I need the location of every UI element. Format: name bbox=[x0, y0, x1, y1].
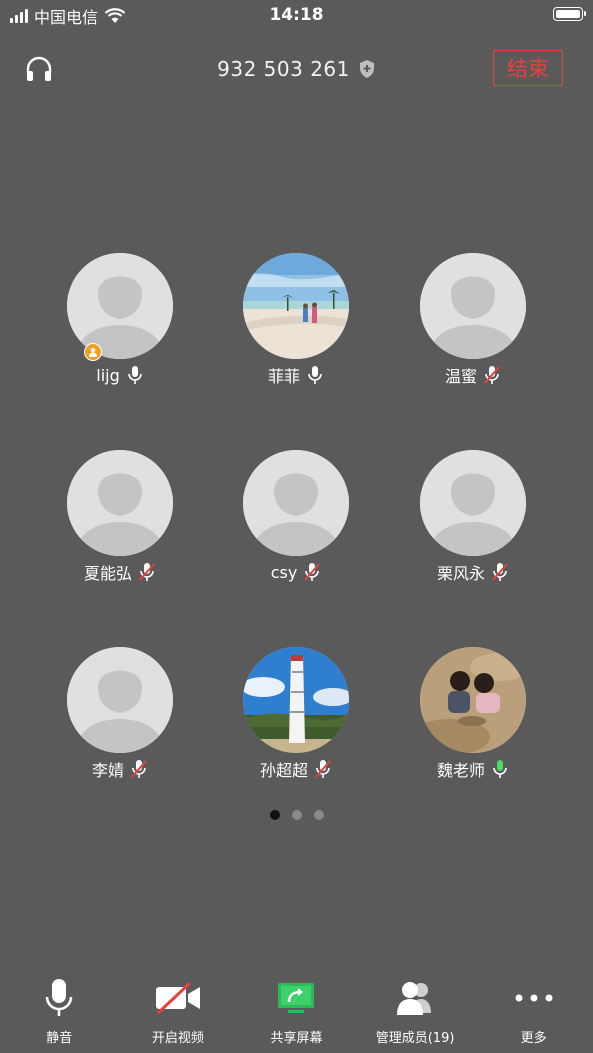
avatar bbox=[243, 253, 349, 359]
participant-tile[interactable]: lijg bbox=[40, 253, 200, 386]
start-video-button[interactable]: 开启视频 bbox=[119, 975, 238, 1053]
bottom-toolbar: 静音 开启视频 共享屏幕 管理成员(19) 更多 bbox=[0, 975, 593, 1053]
participant-name-row: 菲菲 bbox=[216, 364, 376, 386]
meeting-header: 932 503 261 结束 bbox=[0, 46, 593, 92]
participant-tile[interactable]: 孙超超 bbox=[216, 647, 376, 780]
avatar bbox=[243, 450, 349, 556]
more-label: 更多 bbox=[520, 1031, 547, 1046]
mic-muted-icon bbox=[492, 563, 508, 581]
participant-name-row: 温蜜 bbox=[393, 364, 553, 386]
participant-tile[interactable]: 栗风永 bbox=[393, 450, 553, 583]
mic-muted-icon bbox=[315, 760, 331, 778]
avatar bbox=[420, 647, 526, 753]
participant-name: 李婧 bbox=[91, 761, 124, 780]
share-screen-button[interactable]: 共享屏幕 bbox=[237, 975, 356, 1053]
share-screen-label: 共享屏幕 bbox=[270, 1031, 323, 1046]
avatar bbox=[420, 253, 526, 359]
page-indicator bbox=[0, 810, 593, 820]
participant-name: csy bbox=[270, 562, 298, 582]
participant-tile[interactable]: 温蜜 bbox=[393, 253, 553, 386]
participant-name-row: lijg bbox=[40, 364, 200, 386]
more-icon bbox=[515, 994, 553, 1002]
participant-name: 夏能弘 bbox=[83, 564, 132, 583]
participant-name: 菲菲 bbox=[267, 367, 300, 386]
participant-name: 孙超超 bbox=[259, 761, 308, 780]
avatar bbox=[67, 253, 173, 359]
host-badge-icon bbox=[84, 343, 102, 361]
participant-tile[interactable]: 魏老师 bbox=[393, 647, 553, 780]
meeting-id: 932 503 261 bbox=[217, 57, 350, 81]
mic-muted-icon bbox=[131, 760, 147, 778]
members-icon bbox=[397, 982, 432, 1015]
participant-name-row: 夏能弘 bbox=[40, 561, 200, 583]
avatar bbox=[67, 450, 173, 556]
battery-icon bbox=[553, 7, 586, 21]
avatar bbox=[243, 647, 349, 753]
more-button[interactable]: 更多 bbox=[474, 975, 593, 1053]
avatar bbox=[67, 647, 173, 753]
shield-icon bbox=[359, 60, 374, 78]
participant-name: 栗风永 bbox=[436, 564, 485, 583]
participant-name: lijg bbox=[96, 365, 120, 385]
page-dot[interactable] bbox=[313, 810, 324, 820]
microphone-icon bbox=[127, 366, 142, 384]
status-bar: 中国电信 14:18 bbox=[0, 0, 593, 30]
participant-name-row: 孙超超 bbox=[216, 758, 376, 780]
microphone-icon bbox=[45, 979, 73, 1016]
participant-tile[interactable]: 菲菲 bbox=[216, 253, 376, 386]
participant-tile[interactable]: 夏能弘 bbox=[40, 450, 200, 583]
mute-label: 静音 bbox=[46, 1031, 73, 1046]
microphone-icon bbox=[308, 366, 322, 384]
participant-name: 温蜜 bbox=[444, 367, 477, 386]
mic-muted-icon bbox=[484, 366, 500, 384]
manage-members-label: 管理成员(19) bbox=[375, 1031, 455, 1046]
participant-name-row: 栗风永 bbox=[393, 561, 553, 583]
mic-muted-icon bbox=[304, 563, 321, 581]
mic-muted-icon bbox=[139, 563, 155, 581]
participant-tile[interactable]: csy bbox=[216, 450, 376, 583]
participant-name-row: 李婧 bbox=[40, 758, 200, 780]
mute-button[interactable]: 静音 bbox=[0, 975, 119, 1053]
participant-tile[interactable]: 李婧 bbox=[40, 647, 200, 780]
participant-name-row: csy bbox=[216, 561, 376, 583]
manage-members-button[interactable]: 管理成员(19) bbox=[356, 975, 475, 1053]
end-meeting-button[interactable]: 结束 bbox=[493, 50, 563, 86]
participant-name: 魏老师 bbox=[436, 761, 485, 780]
start-video-label: 开启视频 bbox=[151, 1031, 204, 1046]
avatar bbox=[420, 450, 526, 556]
video-off-icon bbox=[155, 981, 200, 1015]
page-dot[interactable] bbox=[269, 810, 280, 820]
page-dot[interactable] bbox=[291, 810, 302, 820]
status-time: 14:18 bbox=[269, 5, 324, 25]
participant-name-row: 魏老师 bbox=[393, 758, 553, 780]
share-screen-icon bbox=[278, 983, 315, 1013]
microphone-icon bbox=[493, 760, 507, 778]
